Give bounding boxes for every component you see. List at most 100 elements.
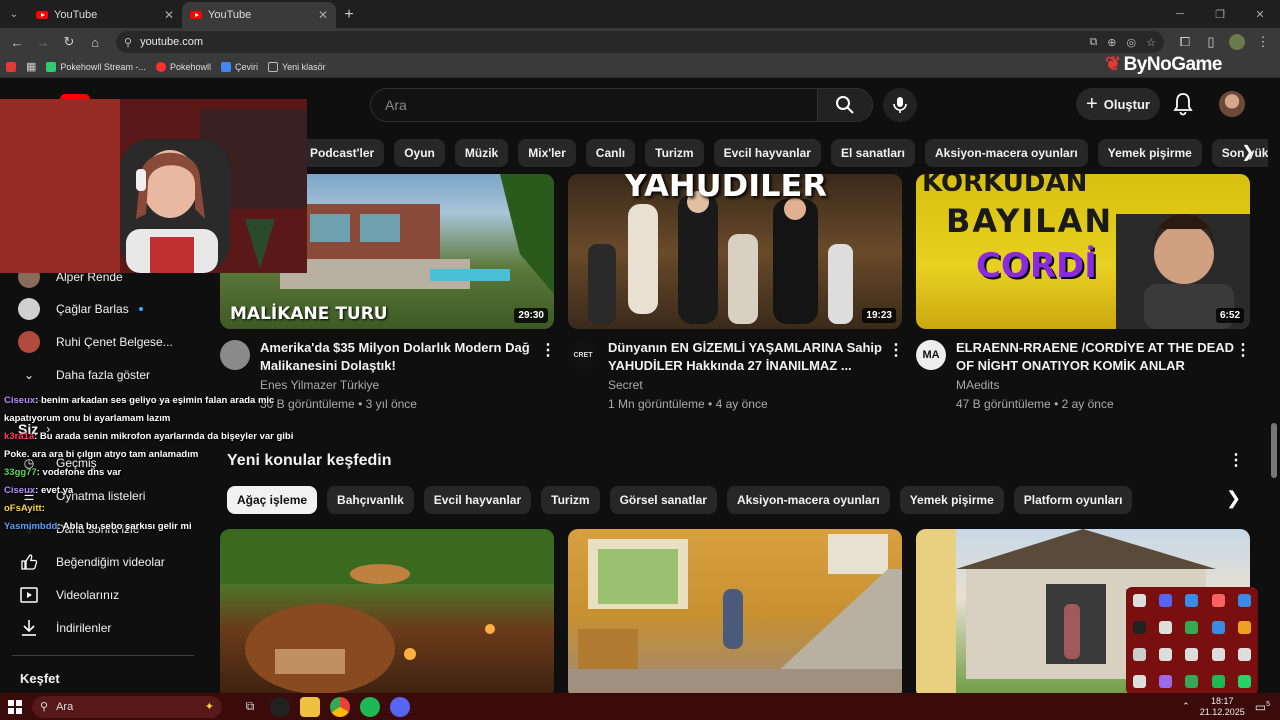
sidebar-show-more[interactable]: ⌄ Daha fazla göster — [18, 360, 198, 390]
home-icon[interactable]: ⌂ — [84, 31, 106, 53]
video-thumbnail[interactable] — [568, 529, 902, 693]
video-thumbnail[interactable] — [220, 529, 554, 693]
tab-search-chevron-icon[interactable]: ⌄ — [0, 0, 28, 28]
new-tab-button[interactable]: + — [336, 2, 362, 28]
video-more-icon[interactable]: ⋮ — [1235, 340, 1251, 360]
channel-avatar[interactable]: MA — [916, 340, 946, 370]
restore-icon[interactable]: ❐ — [1200, 0, 1240, 28]
notifications-icon[interactable]: ▭5 — [1255, 700, 1270, 714]
browser-menu-icon[interactable]: ⋮ — [1252, 31, 1274, 53]
bookmark-folder[interactable]: Yeni klasör — [267, 61, 326, 72]
channel-avatar[interactable] — [220, 340, 250, 370]
channel-name[interactable]: Enes Yilmazer Türkiye — [260, 378, 379, 392]
app-tray-icon[interactable] — [1159, 648, 1173, 661]
filter-chip[interactable]: Aksiyon-macera oyunları — [925, 139, 1088, 167]
app-tray-icon[interactable] — [1211, 621, 1225, 634]
forward-icon[interactable]: → — [32, 31, 54, 53]
github-icon[interactable] — [1185, 648, 1199, 661]
search-input[interactable]: Ara — [370, 88, 818, 122]
video-thumbnail[interactable]: KORKUDAN BAYILAN CORDİ 6:52 — [916, 174, 1250, 329]
chrome-icon[interactable] — [330, 696, 350, 717]
video-more-icon[interactable]: ⋮ — [888, 340, 904, 360]
notifications-bell-icon[interactable] — [1172, 92, 1194, 116]
filter-chip[interactable]: Turizm — [645, 139, 704, 167]
topic-chip[interactable]: Evcil hayvanlar — [423, 486, 532, 514]
topic-chip[interactable]: Yemek pişirme — [899, 486, 1004, 514]
bookmark-item[interactable]: Çeviri — [220, 61, 258, 72]
discord-icon[interactable] — [390, 696, 410, 717]
app-tray-icon[interactable] — [1132, 675, 1146, 688]
sidebar-subscription-ruhi-cenet[interactable]: Ruhi Çenet Belgese... — [18, 327, 198, 357]
file-explorer-icon[interactable] — [300, 696, 320, 717]
display-icon[interactable] — [1132, 648, 1146, 661]
topic-next-arrow-icon[interactable]: ❯ — [1226, 488, 1241, 509]
apps-grid-icon[interactable]: ▦ — [26, 60, 36, 73]
bookmark-item[interactable]: Pokehowll Stream -... — [46, 61, 146, 72]
sidebar-item-your-videos[interactable]: Videolarınız — [18, 580, 198, 610]
eye-off-icon[interactable]: ◎ — [1127, 36, 1137, 49]
nvidia-icon[interactable] — [1185, 675, 1199, 688]
sidebar-subscription-caglar-barlas[interactable]: Çağlar Barlas — [18, 294, 198, 324]
bookmark-star-icon[interactable]: ☆ — [1146, 36, 1156, 49]
taskbar-search-input[interactable]: ⚲ Ara ✦ — [32, 695, 222, 718]
filter-chip[interactable]: Yemek pişirme — [1097, 139, 1202, 167]
address-bar[interactable]: ⚲ youtube.com ⧉ ⊕ ◎ ☆ — [116, 31, 1164, 53]
bookmark-item[interactable]: Pokehowll — [155, 61, 211, 72]
tray-chevron-icon[interactable]: ⌃ — [1182, 701, 1190, 712]
chips-next-arrow-icon[interactable]: ❯ — [1236, 140, 1260, 164]
zoom-icon[interactable]: ⊕ — [1107, 36, 1116, 49]
section-more-icon[interactable]: ⋮ — [1228, 450, 1244, 470]
page-scrollbar[interactable] — [1268, 78, 1280, 693]
volume-icon[interactable] — [1238, 648, 1252, 661]
filter-chip[interactable]: El sanatları — [830, 139, 915, 167]
channel-avatar[interactable]: CRET — [568, 340, 598, 370]
play-tray-icon[interactable] — [1185, 621, 1199, 634]
obs-tray-icon[interactable] — [1132, 621, 1146, 634]
tab-close-icon[interactable]: ✕ — [318, 8, 328, 22]
filter-chip[interactable]: Mix'ler — [518, 139, 576, 167]
app-tray-icon[interactable] — [1211, 594, 1225, 607]
minimize-icon[interactable]: ─ — [1160, 0, 1200, 28]
video-title[interactable]: Amerika'da $35 Milyon Dolarlık Modern Da… — [260, 339, 540, 375]
browser-tab[interactable]: YouTube ✕ — [28, 2, 182, 28]
close-window-icon[interactable]: ✕ — [1240, 0, 1280, 28]
sidepanel-icon[interactable]: ▯ — [1200, 31, 1222, 53]
site-info-icon[interactable]: ⚲ — [124, 36, 132, 49]
obs-icon[interactable] — [270, 696, 290, 717]
tab-close-icon[interactable]: ✕ — [164, 8, 174, 22]
sidebar-item-liked-videos[interactable]: Beğendiğim videolar — [18, 547, 198, 577]
filter-chip[interactable]: Müzik — [454, 139, 509, 167]
voice-search-button[interactable] — [883, 88, 917, 122]
topic-chip[interactable]: Turizm — [541, 486, 600, 514]
usb-icon[interactable] — [1132, 594, 1146, 607]
topic-chip[interactable]: Bahçıvanlık — [327, 486, 414, 514]
install-app-icon[interactable]: ⧉ — [1089, 36, 1097, 49]
app-tray-icon[interactable] — [1159, 621, 1173, 634]
user-avatar[interactable] — [1219, 91, 1245, 117]
filter-chip[interactable]: Canlı — [585, 139, 636, 167]
topic-chip[interactable]: Aksiyon-macera oyunları — [726, 486, 890, 514]
discord-tray-icon[interactable] — [1159, 594, 1173, 607]
reload-icon[interactable]: ↻ — [58, 31, 80, 53]
video-thumbnail[interactable]: YAHUDİLER 19:23 — [568, 174, 902, 329]
bluetooth-icon[interactable] — [1185, 594, 1199, 607]
video-title[interactable]: ELRAENN-RRAENE /CORDİYE AT THE DEAD OF N… — [956, 339, 1236, 375]
app-tray-icon[interactable] — [1159, 675, 1173, 688]
channel-name[interactable]: MAedits — [956, 378, 999, 392]
back-icon[interactable]: ← — [6, 31, 28, 53]
windows-start-icon[interactable] — [0, 693, 30, 720]
sidebar-item-downloads[interactable]: İndirilenler — [18, 613, 198, 643]
whatsapp-icon[interactable] — [1238, 675, 1252, 688]
filter-chip[interactable]: Oyun — [394, 139, 445, 167]
clock[interactable]: 18:17 21.12.2025 — [1200, 696, 1245, 718]
topic-chip[interactable]: Platform oyunları — [1013, 486, 1133, 514]
browser-tab-active[interactable]: YouTube ✕ — [182, 2, 336, 28]
create-button[interactable]: + Oluştur — [1076, 88, 1160, 120]
profile-avatar[interactable] — [1226, 31, 1248, 53]
scrollbar-thumb[interactable] — [1271, 423, 1277, 478]
extensions-icon[interactable]: ⧠ — [1174, 31, 1196, 53]
filter-chip[interactable]: Podcast'ler — [300, 139, 385, 167]
topic-chip[interactable]: Görsel sanatlar — [609, 486, 717, 514]
filter-chip[interactable]: Evcil hayvanlar — [713, 139, 821, 167]
search-button[interactable] — [817, 88, 873, 122]
